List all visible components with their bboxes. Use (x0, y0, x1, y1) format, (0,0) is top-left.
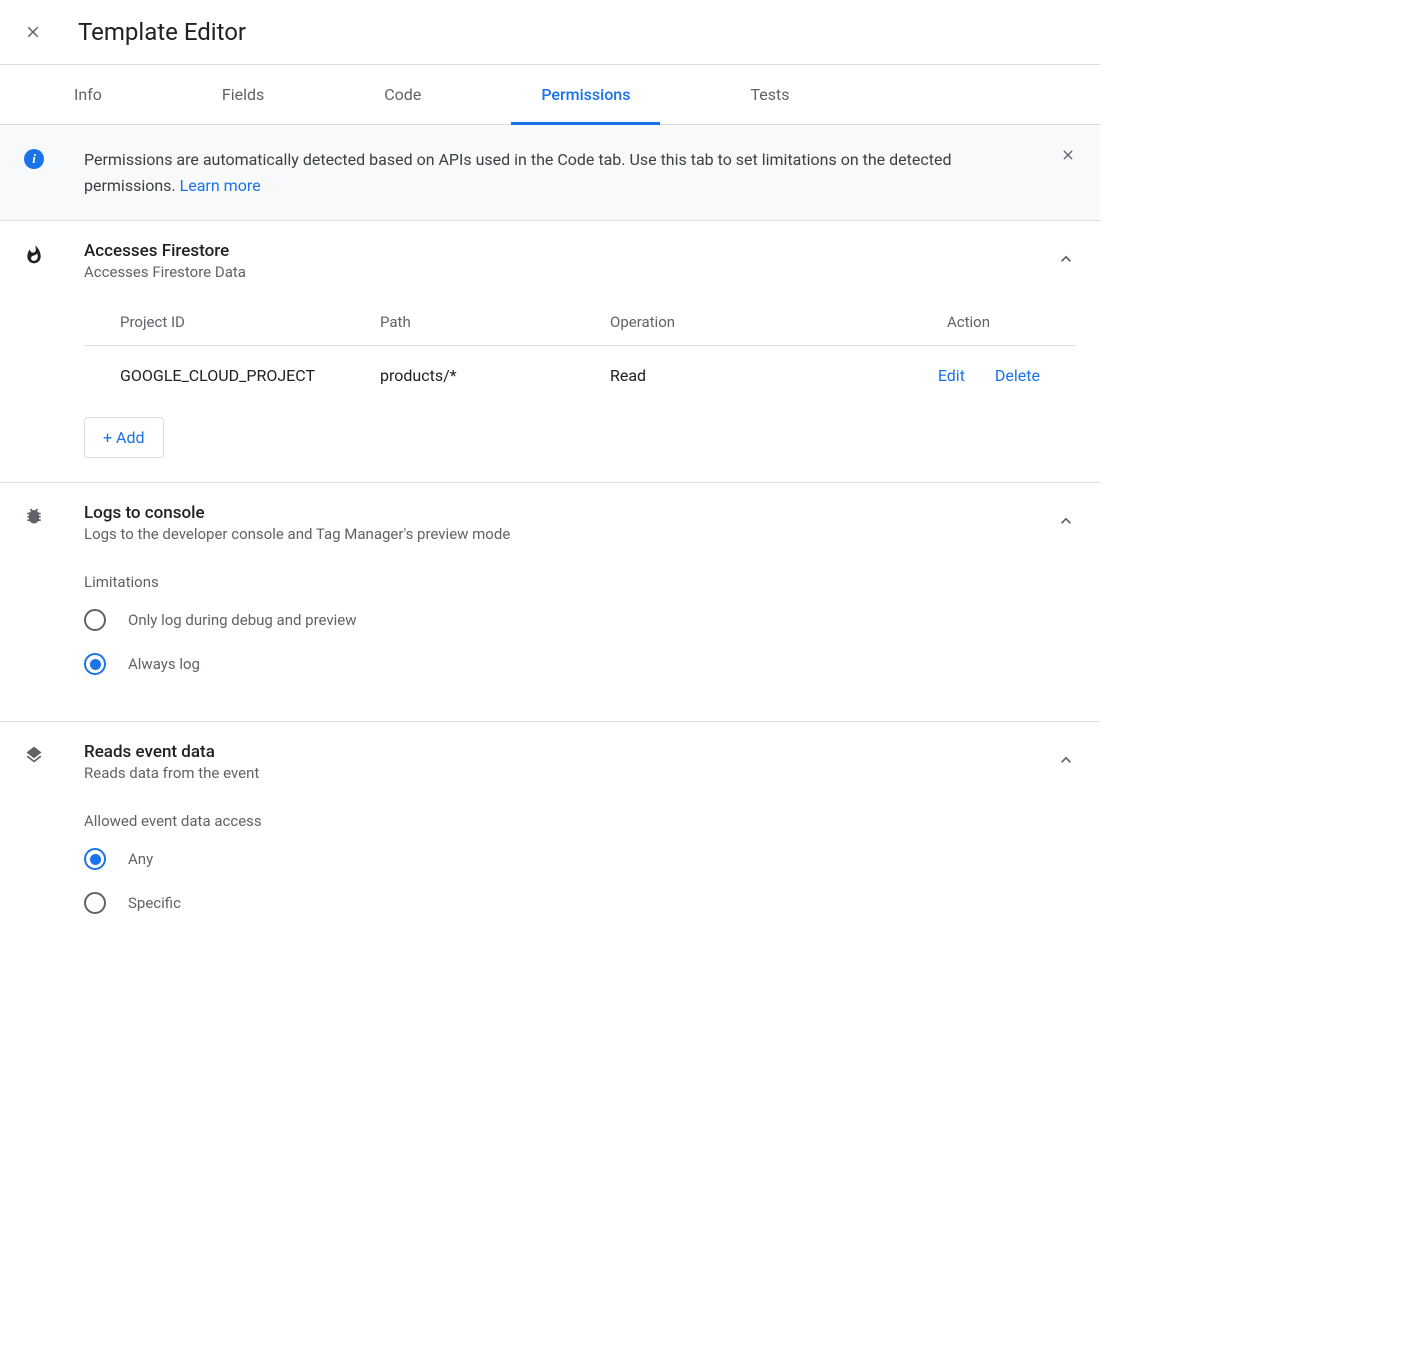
tabs-bar: Info Fields Code Permissions Tests (0, 65, 1100, 125)
banner-close-button[interactable] (1060, 147, 1076, 167)
close-icon (1060, 147, 1076, 163)
editor-header: Template Editor (0, 0, 1100, 65)
permission-subtitle: Reads data from the event (84, 764, 1056, 782)
radio-option-specific[interactable]: Specific (84, 892, 1076, 914)
fire-icon (24, 243, 44, 267)
permission-header: Accesses Firestore Accesses Firestore Da… (24, 241, 1076, 281)
tab-info[interactable]: Info (44, 65, 132, 124)
layers-icon (24, 744, 44, 766)
radio-icon (84, 892, 106, 914)
close-icon (24, 23, 42, 41)
tab-permissions[interactable]: Permissions (511, 65, 660, 124)
permission-body: Limitations Only log during debug and pr… (84, 573, 1076, 675)
edit-button[interactable]: Edit (938, 366, 965, 385)
limitations-label: Limitations (84, 573, 1076, 591)
radio-label: Always log (128, 655, 200, 673)
cell-project: GOOGLE_CLOUD_PROJECT (120, 366, 380, 385)
cell-path: products/* (380, 366, 610, 385)
info-banner: i Permissions are automatically detected… (0, 125, 1100, 221)
col-header-project: Project ID (120, 313, 380, 331)
info-icon: i (24, 149, 44, 169)
collapse-button[interactable] (1056, 511, 1076, 535)
firestore-table: Project ID Path Operation Action GOOGLE_… (84, 313, 1076, 405)
permission-title: Logs to console (84, 503, 1056, 523)
chevron-up-icon (1056, 249, 1076, 269)
collapse-button[interactable] (1056, 249, 1076, 273)
table-row: GOOGLE_CLOUD_PROJECT products/* Read Edi… (84, 346, 1076, 405)
collapse-button[interactable] (1056, 750, 1076, 774)
radio-icon (84, 653, 106, 675)
close-button[interactable] (24, 23, 42, 41)
permission-header: Reads event data Reads data from the eve… (24, 742, 1076, 782)
radio-option-any[interactable]: Any (84, 848, 1076, 870)
table-header-row: Project ID Path Operation Action (84, 313, 1076, 346)
radio-icon (84, 609, 106, 631)
allowed-access-label: Allowed event data access (84, 812, 1076, 830)
chevron-up-icon (1056, 750, 1076, 770)
col-header-operation: Operation (610, 313, 880, 331)
col-header-action: Action (880, 313, 1040, 331)
permission-body: Allowed event data access Any Specific (84, 812, 1076, 914)
cell-operation: Read (610, 366, 880, 385)
delete-button[interactable]: Delete (995, 366, 1040, 385)
permission-subtitle: Logs to the developer console and Tag Ma… (84, 525, 1056, 543)
banner-text: Permissions are automatically detected b… (84, 147, 1040, 198)
permission-header: Logs to console Logs to the developer co… (24, 503, 1076, 543)
permission-title: Accesses Firestore (84, 241, 1056, 261)
col-header-path: Path (380, 313, 610, 331)
chevron-up-icon (1056, 511, 1076, 531)
permission-event-data: Reads event data Reads data from the eve… (0, 722, 1100, 938)
learn-more-link[interactable]: Learn more (180, 176, 261, 195)
add-button[interactable]: + Add (84, 417, 164, 458)
permission-subtitle: Accesses Firestore Data (84, 263, 1056, 281)
radio-label: Any (128, 850, 153, 868)
tab-code[interactable]: Code (354, 65, 451, 124)
radio-option-debug[interactable]: Only log during debug and preview (84, 609, 1076, 631)
tab-tests[interactable]: Tests (720, 65, 819, 124)
permission-logs: Logs to console Logs to the developer co… (0, 483, 1100, 722)
radio-icon (84, 848, 106, 870)
permission-firestore: Accesses Firestore Accesses Firestore Da… (0, 221, 1100, 483)
permission-title: Reads event data (84, 742, 1056, 762)
tab-fields[interactable]: Fields (192, 65, 294, 124)
radio-label: Only log during debug and preview (128, 611, 357, 629)
radio-label: Specific (128, 894, 181, 912)
bug-icon (24, 505, 44, 527)
cell-actions: Edit Delete (880, 366, 1040, 385)
radio-option-always[interactable]: Always log (84, 653, 1076, 675)
page-title: Template Editor (78, 18, 246, 46)
